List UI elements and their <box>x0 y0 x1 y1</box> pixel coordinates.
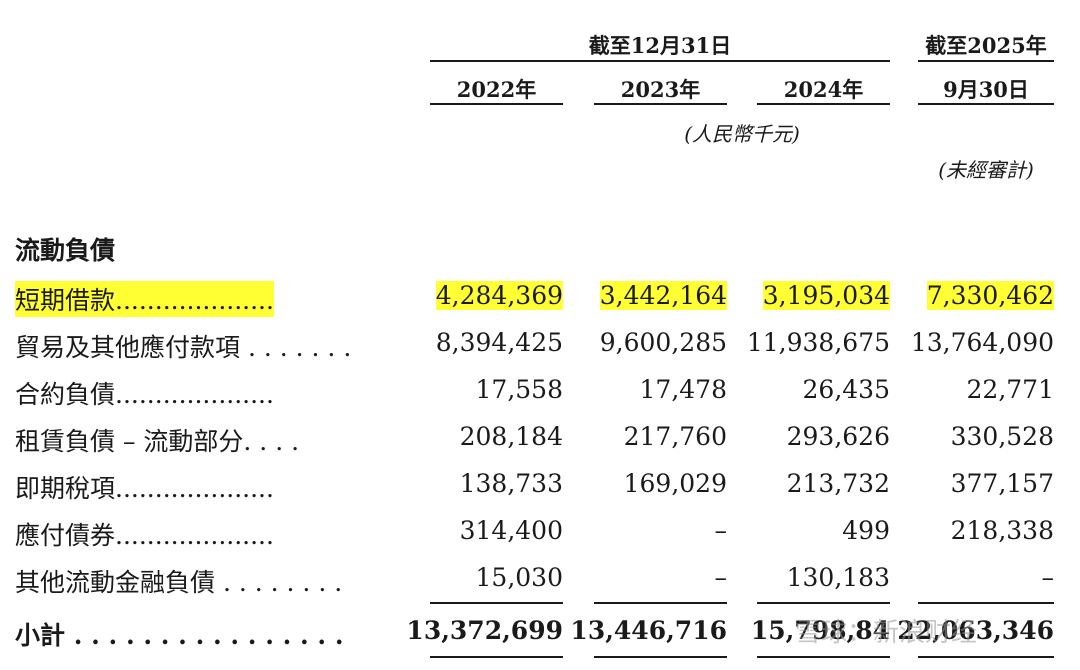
header-rule-2022 <box>430 103 563 105</box>
table-row: 貿易及其他應付款項 . . . . . . . 8,394,425 9,600,… <box>0 324 1080 364</box>
table-row: 短期借款.................... 4,284,369 3,442… <box>0 277 1080 317</box>
cell-2023: – <box>714 563 728 592</box>
cell-2025: – <box>1041 563 1055 592</box>
row-label: 合約負債.................... <box>15 380 274 409</box>
cell-2025: 7,330,462 <box>926 281 1054 310</box>
subtotal-bottom-rule-2024 <box>757 656 890 658</box>
header-rule-2025 <box>918 103 1054 105</box>
row-label: 短期借款.................... <box>15 281 274 317</box>
subtotal-rule-2022 <box>430 602 563 604</box>
table-row: 合約負債.................... 17,558 17,478 2… <box>0 371 1080 411</box>
cell-2023: – <box>714 516 728 545</box>
subtotal-2022: 13,372,699 <box>406 616 563 645</box>
subtotal-label: 小計 . . . . . . . . . . . . . . . . <box>15 621 344 650</box>
cell-2024: 213,732 <box>786 469 890 498</box>
cell-2024: 499 <box>842 516 890 545</box>
table-row: 其他流動金融負債 . . . . . . . . 15,030 – 130,18… <box>0 559 1080 599</box>
header-rule-2023 <box>594 103 727 105</box>
cell-2023: 169,029 <box>623 469 727 498</box>
header-rule-2025-top <box>918 60 1054 62</box>
cell-2024: 11,938,675 <box>746 328 890 357</box>
cell-2023: 17,478 <box>639 375 727 404</box>
cell-2022: 208,184 <box>459 422 563 451</box>
header-rule-group <box>430 60 890 62</box>
row-label: 即期稅項.................... <box>15 474 274 503</box>
header-rule-2024 <box>757 103 890 105</box>
watermark: 雪球：新浪财经 <box>795 618 978 648</box>
cell-2025: 22,771 <box>966 375 1054 404</box>
subtotal-rule-2023 <box>594 602 727 604</box>
table-row: 應付債券.................... 314,400 – 499 2… <box>0 512 1080 552</box>
subtotal-bottom-rule-2022 <box>430 656 563 658</box>
row-label: 貿易及其他應付款項 . . . . . . . <box>15 333 352 362</box>
cell-2022: 314,400 <box>459 516 563 545</box>
col-2023-header: 2023年 <box>620 77 701 102</box>
subtotal-bottom-rule-2023 <box>594 656 727 658</box>
subtotal-rule-2025 <box>918 602 1054 604</box>
cell-2024: 26,435 <box>802 375 890 404</box>
col-2025-header-line2: 9月30日 <box>943 77 1029 102</box>
row-label: 其他流動金融負債 . . . . . . . . <box>15 568 343 597</box>
col-2022-header: 2022年 <box>456 77 537 102</box>
cell-2024: 3,195,034 <box>762 281 890 310</box>
subtotal-2023: 13,446,716 <box>570 616 727 645</box>
cell-2022: 4,284,369 <box>435 281 563 310</box>
cell-2022: 138,733 <box>459 469 563 498</box>
cell-2025: 330,528 <box>950 422 1054 451</box>
unit-note: (人民幣千元) <box>684 122 800 146</box>
subtotal-rule-2024 <box>757 602 890 604</box>
section-title: 流動負債 <box>15 236 116 265</box>
cell-2023: 3,442,164 <box>599 281 727 310</box>
cell-2022: 15,030 <box>475 563 563 592</box>
cell-2024: 293,626 <box>786 422 890 451</box>
row-label: 應付債券.................... <box>15 521 274 550</box>
unaudited-note: (未經審計) <box>938 158 1034 182</box>
cell-2025: 377,157 <box>950 469 1054 498</box>
period-group-header: 截至12月31日 <box>588 33 732 58</box>
table-row: 即期稅項.................... 138,733 169,029… <box>0 465 1080 505</box>
cell-2022: 17,558 <box>475 375 563 404</box>
col-2024-header: 2024年 <box>783 77 864 102</box>
row-label: 租賃負債 – 流動部分. . . . <box>15 427 300 456</box>
cell-2023: 217,760 <box>623 422 727 451</box>
cell-2024: 130,183 <box>786 563 890 592</box>
table-row: 租賃負債 – 流動部分. . . . 208,184 217,760 293,6… <box>0 418 1080 458</box>
subtotal-bottom-rule-2025 <box>918 656 1054 658</box>
cell-2022: 8,394,425 <box>435 328 563 357</box>
col-2025-header-line1: 截至2025年 <box>925 33 1047 58</box>
cell-2025: 13,764,090 <box>910 328 1054 357</box>
cell-2025: 218,338 <box>950 516 1054 545</box>
cell-2023: 9,600,285 <box>599 328 727 357</box>
